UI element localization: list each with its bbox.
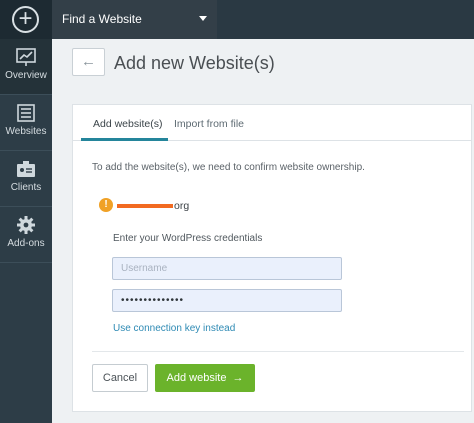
username-input[interactable]: [112, 257, 342, 280]
warning-icon: !: [99, 198, 113, 212]
tab-bar: Add website(s) Import from file: [73, 105, 471, 141]
divider: [92, 351, 464, 352]
nav-divider: [0, 262, 52, 263]
add-website-label: Add website: [166, 372, 227, 384]
ownership-intro-text: To add the website(s), we need to confir…: [92, 162, 365, 173]
cancel-button[interactable]: Cancel: [92, 364, 148, 392]
password-input[interactable]: [112, 289, 342, 312]
add-button[interactable]: +: [12, 6, 39, 33]
website-switcher-label: Find a Website: [62, 12, 142, 26]
site-url-suffix: org: [174, 200, 190, 212]
site-url: org: [117, 200, 189, 212]
rail-header: +: [0, 0, 52, 39]
nav-label-websites: Websites: [5, 126, 47, 137]
nav-item-websites[interactable]: Websites: [0, 95, 52, 150]
nav-label-clients: Clients: [10, 182, 42, 193]
nav-item-addons[interactable]: Add-ons: [0, 207, 52, 262]
nav-item-overview[interactable]: Overview: [0, 39, 52, 94]
back-button[interactable]: ←: [72, 48, 105, 76]
nav-item-clients[interactable]: Clients: [0, 151, 52, 206]
arrow-right-icon: →: [232, 372, 244, 384]
caret-down-icon: [199, 16, 207, 21]
add-website-button[interactable]: Add website →: [155, 364, 255, 392]
nav-label-overview: Overview: [5, 70, 47, 81]
active-tab-indicator: [81, 138, 168, 141]
gear-icon: [17, 216, 35, 234]
list-icon: [17, 104, 35, 122]
add-website-card: Add website(s) Import from file To add t…: [72, 104, 472, 412]
chart-icon: [16, 48, 36, 66]
left-nav-rail: + Overview Websites Clients Add-ons: [0, 0, 52, 423]
tab-import-from-file[interactable]: Import from file: [174, 118, 244, 130]
nav-label-addons: Add-ons: [7, 238, 45, 249]
website-switcher-dropdown[interactable]: Find a Website: [52, 0, 217, 39]
redacted-domain: [117, 204, 173, 209]
id-card-icon: [17, 161, 35, 177]
page-title: Add new Website(s): [114, 53, 275, 73]
use-connection-key-link[interactable]: Use connection key instead: [113, 323, 235, 334]
tab-add-websites[interactable]: Add website(s): [93, 118, 162, 130]
credentials-label: Enter your WordPress credentials: [113, 233, 263, 244]
top-bar: Find a Website: [52, 0, 474, 39]
